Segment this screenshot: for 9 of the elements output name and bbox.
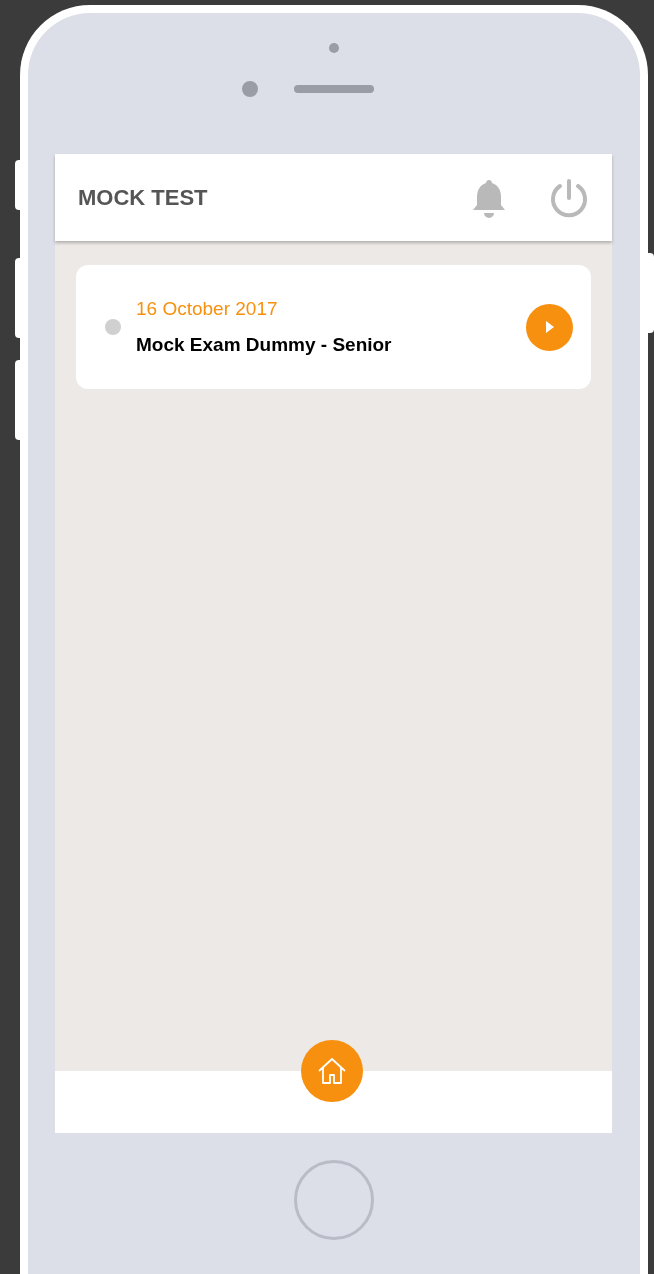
exam-title: Mock Exam Dummy - Senior: [136, 333, 393, 357]
home-icon: [316, 1055, 348, 1087]
play-button[interactable]: [526, 303, 573, 351]
page-title: MOCK TEST: [78, 184, 209, 212]
play-icon: [544, 320, 555, 334]
power-icon[interactable]: [549, 177, 589, 218]
bell-icon[interactable]: [471, 177, 507, 218]
exam-card[interactable]: 16 October 2017 Mock Exam Dummy - Senior: [76, 265, 591, 389]
exam-date: 16 October 2017: [136, 296, 279, 321]
